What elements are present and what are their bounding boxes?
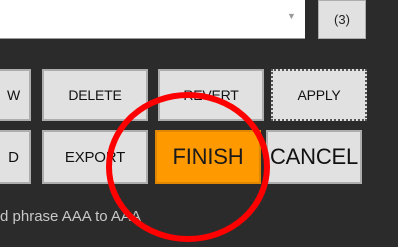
count-button[interactable]: (3) — [318, 0, 366, 39]
load-button-partial[interactable]: D — [0, 130, 31, 184]
phrase-dropdown[interactable]: ▼ — [0, 0, 305, 39]
finish-button[interactable]: FINISH — [155, 130, 261, 184]
apply-button[interactable]: APPLY — [271, 69, 367, 121]
export-button[interactable]: EXPORT — [42, 130, 148, 184]
delete-button[interactable]: DELETE — [42, 69, 148, 121]
new-button-partial[interactable]: W — [0, 69, 31, 121]
chevron-down-icon[interactable]: ▼ — [287, 11, 296, 21]
revert-button[interactable]: REVERT — [158, 69, 264, 121]
cancel-button[interactable]: CANCEL — [266, 130, 362, 184]
status-text: d phrase AAA to AAA — [0, 208, 141, 225]
